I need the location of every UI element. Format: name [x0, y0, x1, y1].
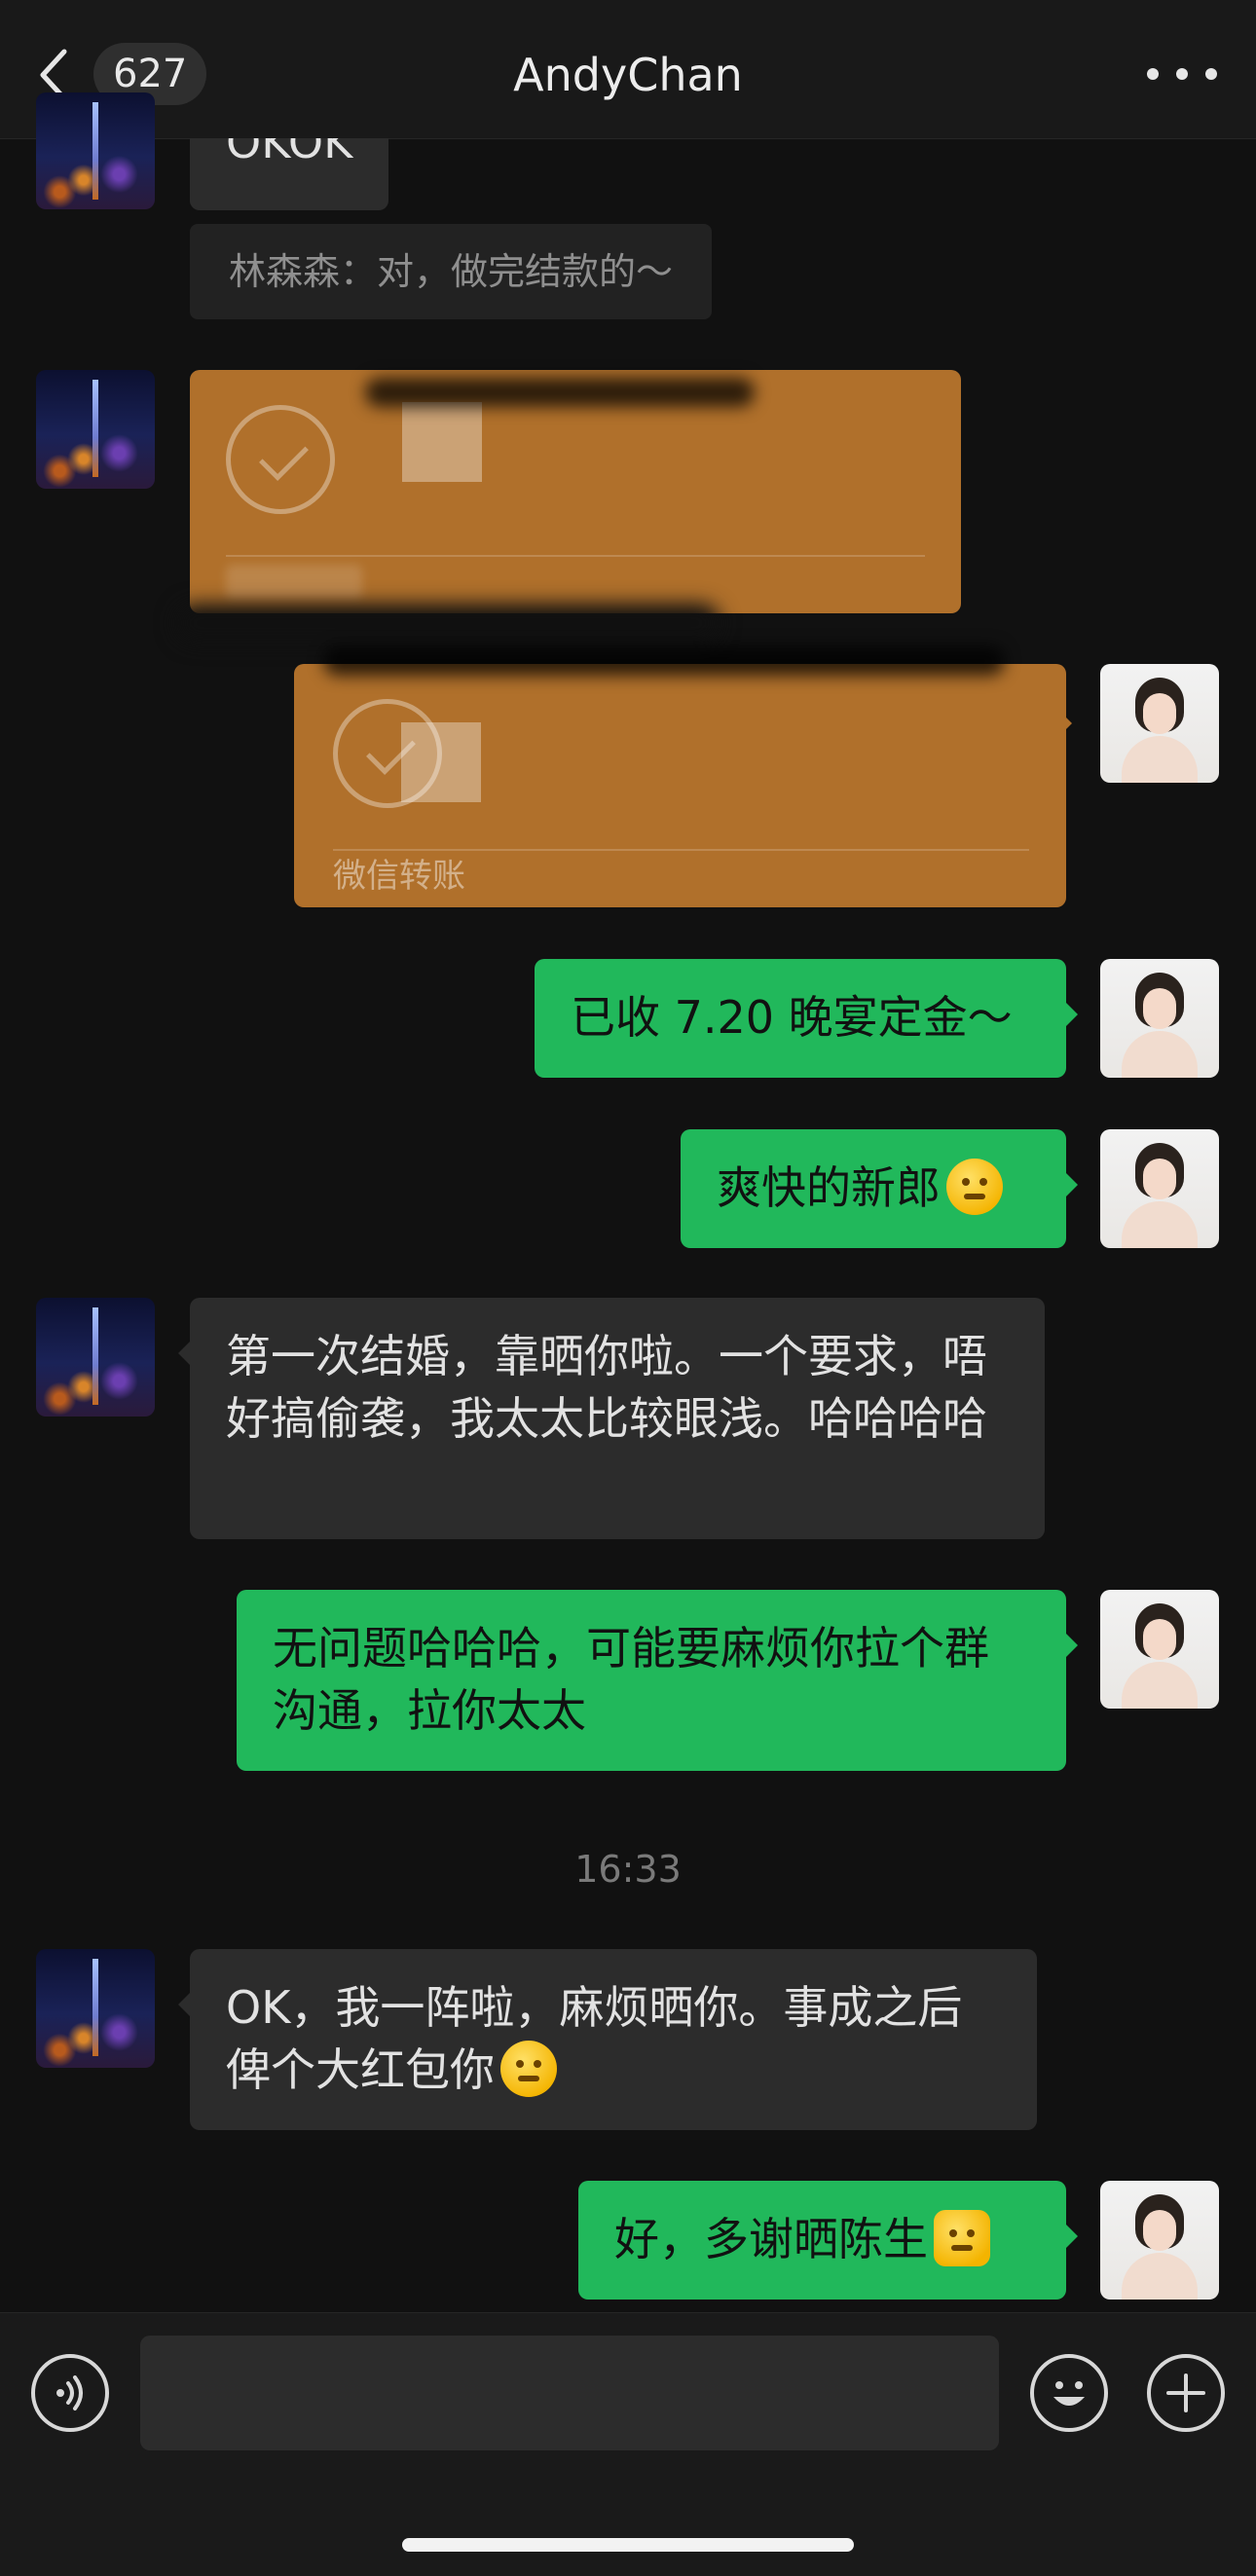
more-button[interactable] [1147, 49, 1217, 99]
redacted-amount [402, 402, 482, 482]
thinking-face-icon [946, 1159, 1003, 1215]
transfer-card-outgoing[interactable]: 微信转账 [294, 646, 1066, 907]
message-bubble-outgoing: 爽快的新郎 [681, 1129, 1078, 1248]
contact-avatar[interactable] [36, 1298, 155, 1417]
chat-title: AndyChan [513, 49, 743, 101]
message-bubble-outgoing: 无问题哈哈哈，可能要麻烦你拉个群沟通，拉你太太 [237, 1590, 1078, 1771]
message-bubble-incoming: OK，我一阵啦，麻烦晒你。事成之后俾个大红包你 [178, 1949, 1037, 2130]
my-avatar[interactable] [1100, 2181, 1219, 2300]
emoji-icon [1053, 2381, 1085, 2406]
more-functions-button[interactable] [1147, 2354, 1225, 2432]
transfer-caption: 微信转账 [333, 857, 465, 896]
plus-icon [1166, 2374, 1205, 2412]
contact-avatar[interactable] [36, 370, 155, 489]
contact-avatar[interactable] [36, 1949, 155, 2068]
redacted-amount [401, 722, 481, 802]
transfer-card-incoming[interactable] [190, 370, 961, 613]
emoji-button[interactable] [1030, 2354, 1108, 2432]
input-bar [0, 2312, 1256, 2576]
home-indicator[interactable] [402, 2538, 854, 2552]
smirk-face-icon [500, 2041, 557, 2097]
voice-icon [56, 2375, 83, 2410]
my-avatar[interactable] [1100, 959, 1219, 1078]
my-avatar[interactable] [1100, 664, 1219, 783]
message-bubble-incoming: OKOK [190, 138, 389, 210]
quoted-message[interactable]: 林森森：对，做完结款的～ [190, 224, 713, 319]
my-avatar[interactable] [1100, 1129, 1219, 1248]
message-timestamp: 16:33 [574, 1848, 682, 1891]
check-circle-icon [226, 405, 335, 514]
message-input[interactable] [140, 2336, 999, 2450]
pinched-hand-icon [934, 2210, 990, 2266]
message-bubble-incoming: 第一次结婚，靠晒你啦。一个要求，唔好搞偷袭，我太太比较眼浅。哈哈哈哈 [178, 1298, 1045, 1539]
voice-button[interactable] [31, 2354, 109, 2432]
message-bubble-outgoing: 已收 7.20 晚宴定金～ [535, 959, 1078, 1078]
my-avatar[interactable] [1100, 1590, 1219, 1709]
contact-avatar[interactable] [36, 92, 155, 209]
more-icon [1147, 68, 1159, 80]
chat-header: 627 AndyChan [0, 0, 1256, 139]
message-bubble-outgoing: 好，多谢晒陈生 [578, 2181, 1078, 2300]
